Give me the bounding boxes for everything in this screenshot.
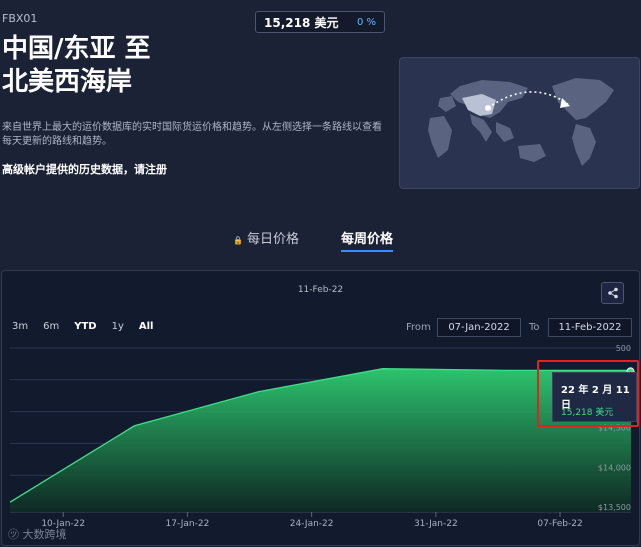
tab-daily-price[interactable]: 🔒 每日价格: [233, 228, 299, 247]
price-change: 0 %: [356, 16, 376, 28]
route-code: FBX01: [2, 12, 38, 25]
route-title-line2: 北美西海岸: [2, 67, 133, 97]
highlight-box: [537, 360, 639, 427]
watermark-logo-icon: ㋡: [8, 528, 19, 541]
range-6m-button[interactable]: 6m: [43, 321, 59, 332]
chart-header-date: 11-Feb-22: [297, 285, 344, 295]
range-all-button[interactable]: All: [139, 321, 154, 332]
share-icon: [607, 287, 618, 299]
range-1y-button[interactable]: 1y: [112, 321, 124, 332]
current-price: 15,218 美元: [264, 15, 339, 30]
price-tabs: 🔒 每日价格 每周价格: [0, 228, 641, 252]
route-title-line1: 中国/东亚 至: [2, 34, 151, 64]
route-description: 来自世界上最大的运价数据库的实时国际货运价格和趋势。从左侧选择一条路线以查看每天…: [2, 122, 382, 147]
route-title: 中国/东亚 至 北美西海岸: [2, 33, 222, 99]
lock-icon: 🔒: [233, 236, 243, 245]
range-3m-button[interactable]: 3m: [12, 321, 28, 332]
tab-weekly-price[interactable]: 每周价格: [341, 228, 394, 252]
from-label: From: [406, 322, 431, 333]
premium-notice[interactable]: 高级帐户提供的历史数据，请注册: [2, 161, 167, 177]
world-map-icon: [428, 78, 614, 166]
range-selector: 3m 6m YTD 1y All: [12, 321, 168, 332]
price-badge: 15,218 美元 0 %: [255, 11, 385, 33]
from-date-input[interactable]: [437, 318, 521, 337]
to-date-input[interactable]: [548, 318, 632, 337]
range-ytd-button[interactable]: YTD: [74, 321, 96, 332]
share-button[interactable]: [601, 282, 624, 304]
to-label: To: [529, 322, 540, 333]
route-map: [399, 57, 640, 189]
watermark: ㋡ 大数跨境: [8, 528, 67, 541]
